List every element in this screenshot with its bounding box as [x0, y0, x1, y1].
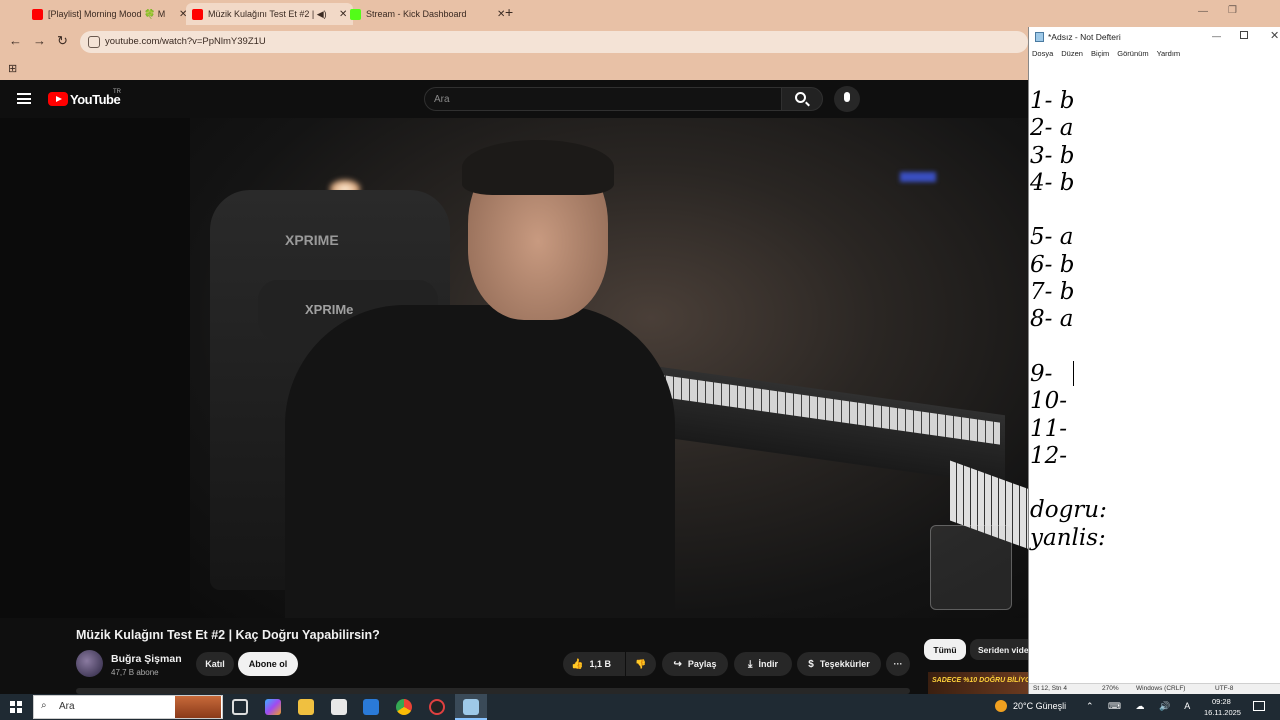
like-button[interactable]: 👍 1,1 B: [563, 652, 625, 676]
chair-logo-text: XPRIME: [285, 232, 339, 248]
thanks-button[interactable]: $ Teşekkürler: [797, 652, 881, 676]
clock-time[interactable]: 09:28: [1212, 697, 1231, 706]
share-label: Paylaş: [687, 659, 717, 669]
like-count: 1,1 B: [589, 659, 611, 669]
mail-icon[interactable]: [363, 699, 379, 715]
notepad-menu-bar: Dosya Düzen Biçim Görünüm Yardım: [1032, 49, 1180, 58]
text-caret: [1073, 361, 1074, 386]
thumbs-up-icon: 👍: [571, 658, 584, 670]
tab-playlist-morning-mood[interactable]: [Playlist] Morning Mood 🍀 M ✕: [26, 3, 193, 25]
menu-gorunum[interactable]: Görünüm: [1117, 49, 1148, 58]
browser-minimize-button[interactable]: —: [1198, 6, 1208, 17]
video-blue-light: [900, 172, 936, 182]
browser-maximize-button[interactable]: ❐: [1228, 5, 1237, 16]
chair-pillow-logo-text: XPRIMe: [305, 302, 354, 317]
task-view-icon[interactable]: [232, 699, 248, 715]
apps-grid-icon[interactable]: ⊞: [8, 62, 17, 75]
youtube-logo-icon[interactable]: [48, 92, 68, 106]
notepad-close-button[interactable]: ✕: [1270, 29, 1279, 42]
youtube-favicon-icon: [192, 8, 203, 20]
video-title: Müzik Kulağını Test Et #2 | Kaç Doğru Ya…: [76, 628, 380, 642]
video-person-hair: [462, 140, 614, 195]
status-zoom: 270%: [1102, 685, 1119, 692]
video-person-body: [285, 305, 675, 618]
chip-all[interactable]: Tümü: [924, 639, 966, 660]
menu-dosya[interactable]: Dosya: [1032, 49, 1053, 58]
notification-icon[interactable]: [1253, 701, 1265, 711]
tab-label: [Playlist] Morning Mood 🍀 M: [48, 8, 166, 19]
dislike-button[interactable]: 👎: [626, 652, 656, 676]
search-input[interactable]: [424, 87, 782, 111]
tab-label: Stream - Kick Dashboard: [366, 9, 467, 19]
chrome-icon[interactable]: [396, 699, 412, 715]
new-tab-button[interactable]: +: [505, 4, 513, 20]
menu-bicim[interactable]: Biçim: [1091, 49, 1109, 58]
recommended-thumbnail-text: SADECE %10 DOĞRU BİLİYOR: [932, 677, 1036, 684]
notepad-title: *Adsız - Not Defteri: [1048, 32, 1121, 42]
tab-kick-dashboard[interactable]: Stream - Kick Dashboard ✕: [344, 3, 511, 25]
file-explorer-icon[interactable]: [298, 699, 314, 715]
channel-name[interactable]: Buğra Şişman: [111, 653, 182, 665]
back-button[interactable]: ←: [9, 33, 22, 48]
reload-button[interactable]: ↻: [57, 33, 68, 49]
windows-start-icon[interactable]: [10, 701, 22, 713]
notepad-icon: [1035, 32, 1044, 42]
address-bar-url[interactable]: youtube.com/watch?v=PpNlmY39Z1U: [105, 36, 266, 47]
sun-weather-icon[interactable]: [995, 700, 1007, 712]
system-tray-icons[interactable]: ⌃ ⌨ ☁ 🔊 A: [1086, 701, 1196, 712]
clock-date[interactable]: 16.11.2025: [1204, 708, 1241, 717]
taskbar-search-placeholder: Ara: [59, 701, 75, 712]
taskbar-search-icon: ⌕: [41, 700, 47, 711]
channel-subscriber-count: 47,7 B abone: [111, 668, 159, 677]
super-thanks-icon: $: [808, 658, 814, 670]
tab-muzik-kulagini-test[interactable]: Müzik Kulağını Test Et #2 | ◀) ✕: [186, 3, 354, 25]
channel-avatar[interactable]: [76, 650, 103, 677]
forward-button[interactable]: →: [33, 33, 46, 48]
tab-label: Müzik Kulağını Test Et #2 | ◀): [208, 8, 327, 19]
download-icon: ⤓: [748, 658, 753, 670]
join-button[interactable]: Katıl: [196, 652, 234, 676]
notepad-maximize-button[interactable]: [1240, 31, 1248, 39]
status-cursor-position: St 12, Stn 4: [1033, 685, 1067, 692]
notepad-text-area[interactable]: 1- b 2- a 3- b 4- b 5- a 6- b 7- b 8- a …: [1030, 88, 1278, 552]
thumbs-down-icon: 👎: [635, 658, 647, 669]
weather-status[interactable]: 20°C Güneşli: [1013, 701, 1066, 711]
hamburger-menu-icon[interactable]: [17, 93, 31, 104]
video-glass: [930, 525, 1012, 610]
download-button[interactable]: ⤓ İndir: [734, 652, 792, 676]
youtube-favicon-icon: [32, 8, 43, 20]
search-placeholder: Ara: [434, 94, 450, 105]
microphone-icon[interactable]: [844, 92, 850, 102]
thanks-label: Teşekkürler: [819, 659, 870, 669]
search-icon[interactable]: [795, 92, 806, 103]
kick-favicon-icon: [350, 8, 361, 20]
obs-icon[interactable]: [429, 699, 445, 715]
notepad-minimize-button[interactable]: —: [1212, 31, 1221, 41]
share-icon: ↪: [673, 658, 682, 670]
notepad-taskbar-icon[interactable]: [463, 699, 479, 715]
menu-duzen[interactable]: Düzen: [1061, 49, 1083, 58]
search-highlight-image[interactable]: [175, 696, 221, 718]
status-encoding: UTF-8: [1215, 685, 1234, 692]
site-info-icon[interactable]: [88, 36, 100, 48]
status-line-endings: Windows (CRLF): [1136, 685, 1186, 692]
copilot-icon[interactable]: [265, 699, 281, 715]
country-code: TR: [113, 89, 121, 95]
menu-yardim[interactable]: Yardım: [1157, 49, 1181, 58]
more-actions-button[interactable]: ···: [886, 652, 910, 676]
download-label: İndir: [758, 659, 778, 669]
microsoft-store-icon[interactable]: [331, 699, 347, 715]
subscribe-button[interactable]: Abone ol: [238, 652, 298, 676]
share-button[interactable]: ↪ Paylaş: [662, 652, 728, 676]
